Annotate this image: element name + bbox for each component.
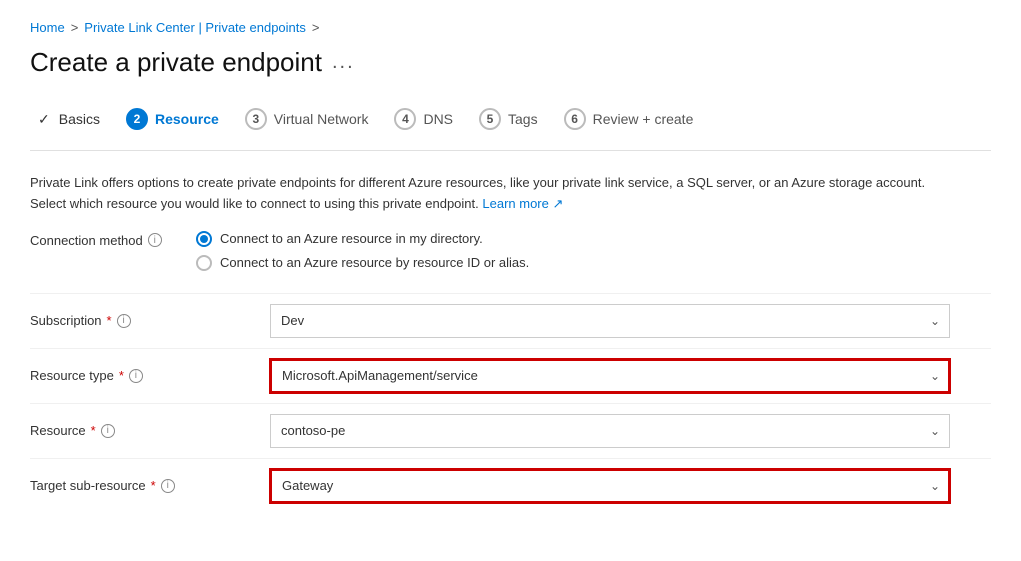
breadcrumb-sep1: > [71,20,79,35]
target-sub-resource-label: Target sub-resource * i [30,478,250,493]
step-virtual-network[interactable]: 3 Virtual Network [237,102,387,136]
radio-resource-id-circle [196,255,212,271]
step-virtual-network-num: 3 [245,108,267,130]
resource-type-select[interactable]: Microsoft.ApiManagement/service ⌄ [270,359,950,393]
radio-resource-id[interactable]: Connect to an Azure resource by resource… [196,255,529,271]
step-basics[interactable]: ✓ Basics [30,105,118,134]
resource-type-label: Resource type * i [30,368,250,383]
resource-select[interactable]: contoso-pe ⌄ [270,414,950,448]
resource-type-control: Microsoft.ApiManagement/service ⌄ [270,359,950,393]
step-resource-label: Resource [155,111,219,127]
subscription-info-icon[interactable]: i [117,314,131,328]
resource-value: contoso-pe [281,423,345,438]
breadcrumb-home[interactable]: Home [30,20,65,35]
step-tags-num: 5 [479,108,501,130]
breadcrumb: Home > Private Link Center | Private end… [30,20,991,35]
resource-row: Resource * i contoso-pe ⌄ [30,403,991,458]
resource-type-select-wrapper: Microsoft.ApiManagement/service ⌄ [270,359,950,393]
subscription-required: * [107,313,112,328]
resource-type-row: Resource type * i Microsoft.ApiManagemen… [30,348,991,403]
target-sub-resource-chevron-icon: ⌄ [930,479,940,493]
step-review-create-label: Review + create [593,111,694,127]
target-sub-resource-control: Gateway ⌄ [270,469,950,503]
resource-chevron-icon: ⌄ [930,424,940,438]
radio-directory[interactable]: Connect to an Azure resource in my direc… [196,231,529,247]
step-basics-check: ✓ [38,111,50,128]
description-text: Private Link offers options to create pr… [30,173,930,215]
page-title-container: Create a private endpoint ... [30,47,991,78]
step-review-create[interactable]: 6 Review + create [556,102,712,136]
step-virtual-network-label: Virtual Network [274,111,369,127]
learn-more-link[interactable]: Learn more ↗ [482,196,563,211]
target-sub-resource-select-wrapper: Gateway ⌄ [270,469,950,503]
step-resource-num: 2 [126,108,148,130]
breadcrumb-sep2: > [312,20,320,35]
connection-method-row: Connection method i Connect to an Azure … [30,231,991,271]
target-sub-resource-value: Gateway [282,478,333,493]
radio-options: Connect to an Azure resource in my direc… [196,231,529,271]
step-resource[interactable]: 2 Resource [118,102,237,136]
subscription-value: Dev [281,313,304,328]
step-tags[interactable]: 5 Tags [471,102,556,136]
page-title: Create a private endpoint [30,47,322,78]
subscription-control: Dev ⌄ [270,304,950,338]
connection-method-label: Connection method i [30,231,180,248]
step-dns-num: 4 [394,108,416,130]
step-basics-label: Basics [59,111,100,127]
radio-directory-label: Connect to an Azure resource in my direc… [220,231,483,246]
form-section: Subscription * i Dev ⌄ Resource type * i… [30,293,991,513]
step-dns-label: DNS [423,111,453,127]
resource-type-info-icon[interactable]: i [129,369,143,383]
subscription-select-wrapper: Dev ⌄ [270,304,950,338]
page-title-ellipsis[interactable]: ... [332,51,355,74]
resource-type-required: * [119,368,124,383]
radio-resource-id-label: Connect to an Azure resource by resource… [220,255,529,270]
target-sub-resource-row: Target sub-resource * i Gateway ⌄ [30,458,991,513]
target-sub-resource-select[interactable]: Gateway ⌄ [270,469,950,503]
resource-info-icon[interactable]: i [101,424,115,438]
radio-directory-circle [196,231,212,247]
resource-type-value: Microsoft.ApiManagement/service [282,368,478,383]
resource-type-chevron-icon: ⌄ [930,369,940,383]
resource-required: * [91,423,96,438]
subscription-label: Subscription * i [30,313,250,328]
resource-control: contoso-pe ⌄ [270,414,950,448]
connection-method-info-icon[interactable]: i [148,233,162,247]
subscription-row: Subscription * i Dev ⌄ [30,293,991,348]
step-tags-label: Tags [508,111,538,127]
subscription-chevron-icon: ⌄ [930,314,940,328]
target-sub-resource-info-icon[interactable]: i [161,479,175,493]
target-sub-resource-required: * [151,478,156,493]
learn-more-icon: ↗ [553,196,564,211]
step-dns[interactable]: 4 DNS [386,102,471,136]
resource-select-wrapper: contoso-pe ⌄ [270,414,950,448]
step-review-create-num: 6 [564,108,586,130]
subscription-select[interactable]: Dev ⌄ [270,304,950,338]
resource-label: Resource * i [30,423,250,438]
breadcrumb-private-link[interactable]: Private Link Center | Private endpoints [84,20,306,35]
wizard-steps: ✓ Basics 2 Resource 3 Virtual Network 4 … [30,102,991,151]
